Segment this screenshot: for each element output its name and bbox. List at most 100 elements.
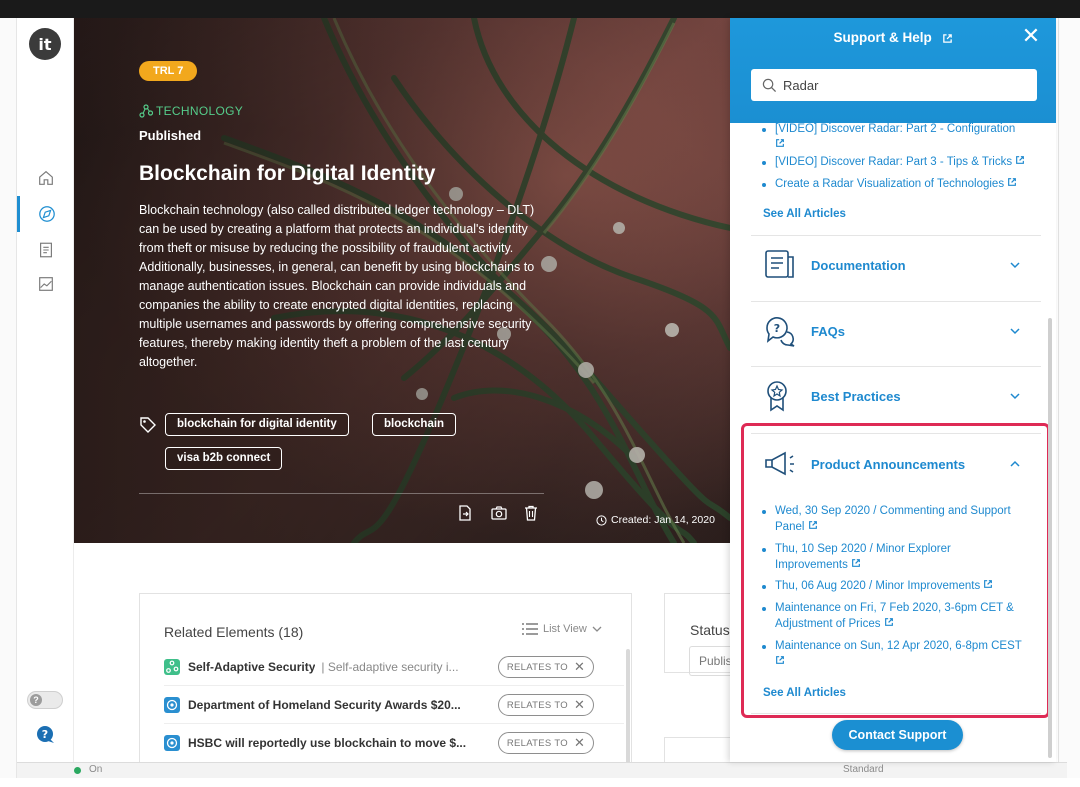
svg-text:?: ? [774, 322, 780, 335]
external-link-icon [942, 34, 952, 43]
help-toggle[interactable]: ? [27, 691, 63, 709]
tag-chip[interactable]: blockchain [372, 413, 457, 436]
relates-to-chip[interactable]: RELATES TO ✕ [498, 732, 594, 754]
table-row[interactable]: Self-Adaptive Security | Self-adaptive s… [164, 648, 624, 686]
divider [751, 235, 1041, 236]
created-date: Created: Jan 14, 2020 [596, 514, 715, 526]
technology-icon [139, 104, 153, 118]
announcements-highlight [741, 423, 1050, 718]
related-title: Department of Homeland Security Awards $… [188, 697, 461, 712]
search-icon [762, 78, 777, 92]
contact-support-button[interactable]: Contact Support [832, 720, 963, 750]
list-icon [522, 623, 538, 635]
bullet [762, 161, 766, 165]
hero-divider [139, 493, 544, 494]
list-view-toggle[interactable]: List View [522, 623, 602, 635]
nav-documents[interactable] [17, 232, 74, 268]
related-subtitle-text: Self-adaptive security i... [327, 659, 459, 674]
export-icon[interactable] [456, 504, 474, 522]
bottom-strip: On Standard [17, 762, 1067, 778]
related-scrollbar[interactable] [626, 649, 630, 769]
close-icon[interactable]: ✕ [574, 697, 585, 713]
section-label: Documentation [811, 257, 906, 273]
article-text: [VIDEO] Discover Radar: Part 3 - Tips & … [775, 156, 1013, 168]
document-icon [39, 242, 52, 258]
article-link[interactable]: [VIDEO] Discover Radar: Part 3 - Tips & … [775, 154, 1040, 170]
divider [751, 366, 1041, 367]
external-link-icon [1016, 156, 1025, 164]
clock-icon [596, 514, 607, 526]
close-icon[interactable]: ✕ [574, 735, 585, 751]
article-text: Create a Radar Visualization of Technolo… [775, 178, 1005, 190]
nav-images[interactable] [17, 266, 74, 302]
table-row[interactable]: Department of Homeland Security Awards $… [164, 686, 624, 724]
tag-chip[interactable]: blockchain for digital identity [165, 413, 349, 436]
page-title: Blockchain for Digital Identity [139, 162, 436, 185]
close-icon[interactable]: ✕ [574, 659, 585, 675]
toggle-knob: ? [30, 694, 42, 706]
section-faqs[interactable]: ? FAQs [751, 306, 1041, 356]
help-search-input[interactable]: Radar [751, 69, 1037, 101]
nav-explorer[interactable] [17, 196, 74, 232]
table-row[interactable]: HSBC will reportedly use blockchain to m… [164, 724, 624, 762]
home-icon [38, 170, 53, 185]
help-bubble-icon[interactable]: ? [35, 724, 57, 746]
help-header: Support & Help ✕ Radar [730, 18, 1056, 123]
window-top-bar [0, 0, 1080, 18]
on-label: On [89, 764, 103, 775]
tag-icon [140, 417, 156, 433]
documentation-icon [765, 250, 794, 278]
svg-text:?: ? [42, 728, 48, 741]
app-logo[interactable]: it [29, 28, 61, 60]
hero-banner: TRL 7 TECHNOLOGY Published Blockchain fo… [74, 18, 730, 543]
description-text: Blockchain technology (also called distr… [139, 203, 535, 369]
see-all-articles-link[interactable]: See All Articles [763, 208, 846, 220]
sidebar: it ? ? [17, 18, 74, 762]
faq-icon: ? [766, 317, 795, 347]
related-title: HSBC will reportedly use blockchain to m… [188, 736, 467, 750]
divider [751, 301, 1041, 302]
related-elements-card: Related Elements (18) List View Self-Ada… [139, 593, 632, 769]
relates-to-label: RELATES TO [506, 699, 568, 711]
article-link[interactable]: [VIDEO] Discover Radar: Part 2 - Configu… [775, 121, 1040, 153]
camera-icon[interactable] [490, 504, 508, 522]
app-window: it ? ? TRL 7 TECHNOLOGY Published Blockc… [0, 0, 1080, 787]
article-link[interactable]: Create a Radar Visualization of Technolo… [775, 176, 1040, 192]
support-help-panel: Support & Help ✕ Radar [VIDEO] Discover … [730, 18, 1056, 762]
section-documentation[interactable]: Documentation [751, 240, 1041, 290]
bullet [762, 128, 766, 132]
relates-to-chip[interactable]: RELATES TO ✕ [498, 656, 594, 678]
category-text: TECHNOLOGY [156, 104, 244, 118]
category-label[interactable]: TECHNOLOGY [139, 104, 243, 118]
relates-to-chip[interactable]: RELATES TO ✕ [498, 694, 594, 716]
chevron-down-icon [1010, 328, 1020, 335]
section-label: Best Practices [811, 388, 901, 404]
section-label: FAQs [811, 323, 845, 339]
status-dot [74, 767, 81, 774]
search-value: Radar [783, 77, 819, 93]
standard-label: Standard [843, 764, 884, 775]
trend-icon [164, 696, 180, 713]
technology-icon [164, 658, 180, 675]
nav-home[interactable] [17, 160, 74, 196]
chevron-down-icon [1010, 393, 1020, 400]
help-title[interactable]: Support & Help [730, 30, 1056, 45]
related-title: Self-Adaptive Security [188, 659, 316, 674]
status-label: Status [690, 622, 730, 638]
trend-icon [164, 735, 180, 751]
section-best-practices[interactable]: Best Practices [751, 371, 1041, 421]
external-link-icon [776, 139, 784, 147]
help-panel-scrollbar[interactable] [1048, 318, 1052, 758]
related-elements-header: Related Elements (18) [164, 624, 304, 640]
relates-to-label: RELATES TO [506, 661, 568, 673]
trash-icon[interactable] [522, 504, 540, 522]
award-icon [767, 381, 787, 412]
article-text: [VIDEO] Discover Radar: Part 2 - Configu… [775, 123, 1016, 135]
close-icon[interactable]: ✕ [1020, 26, 1042, 48]
main-content: Related Elements (18) List View Self-Ada… [74, 543, 739, 769]
image-icon [38, 277, 53, 291]
status-card: Status Publis [664, 593, 739, 676]
chevron-down-icon [1010, 262, 1020, 269]
background-rail [0, 18, 17, 778]
tag-chip[interactable]: visa b2b connect [165, 447, 283, 470]
